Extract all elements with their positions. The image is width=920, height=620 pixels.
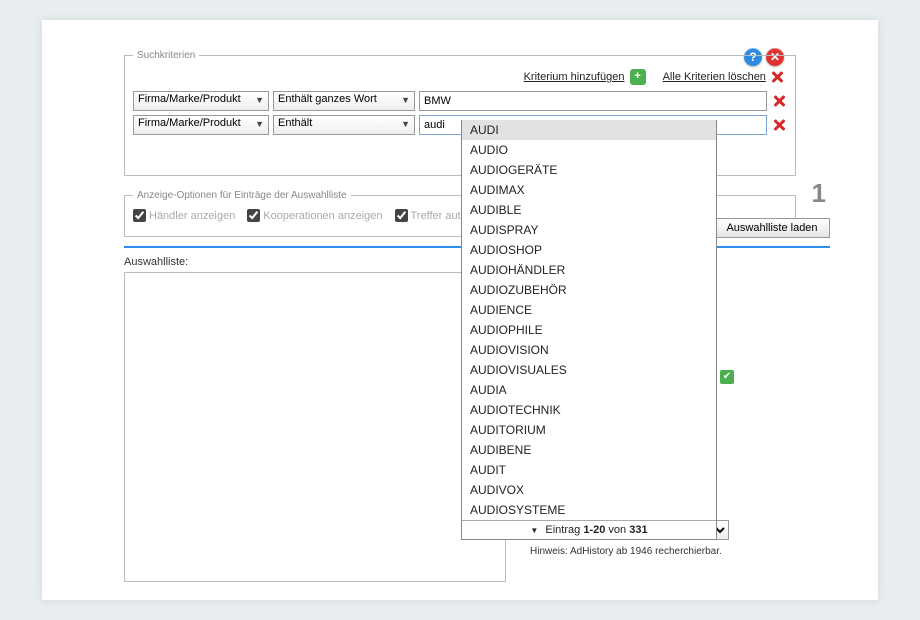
field-select[interactable]: Firma/Marke/Produkt bbox=[133, 115, 269, 135]
criteria-legend: Suchkriterien bbox=[133, 50, 199, 61]
show-coops-label: Kooperationen anzeigen bbox=[263, 210, 382, 222]
selection-list-label: Auswahlliste: bbox=[124, 256, 188, 268]
autocomplete-item[interactable]: AUDIA bbox=[462, 380, 716, 400]
load-list-button[interactable]: Auswahlliste laden bbox=[714, 218, 830, 238]
relative-period-hint: Hinweis: AdHistory ab 1946 recherchierba… bbox=[530, 546, 760, 557]
show-coops-checkbox[interactable]: Kooperationen anzeigen bbox=[247, 209, 382, 222]
result-count: 1 bbox=[812, 178, 826, 209]
show-dealers-checkbox[interactable]: Händler anzeigen bbox=[133, 209, 235, 222]
autocomplete-item[interactable]: AUDIOSYSTEME bbox=[462, 500, 716, 520]
autocomplete-dropdown: AUDIAUDIOAUDIOGERÄTEAUDIMAXAUDIBLEAUDISP… bbox=[461, 120, 717, 540]
operator-select[interactable]: Enthält bbox=[273, 115, 415, 135]
autocomplete-item[interactable]: AUDIVOX bbox=[462, 480, 716, 500]
autocomplete-item[interactable]: AUDIOSHOP bbox=[462, 240, 716, 260]
autocomplete-item[interactable]: AUDIO bbox=[462, 140, 716, 160]
selection-list-box[interactable] bbox=[124, 272, 506, 582]
autocomplete-item[interactable]: AUDIOHÄNDLER bbox=[462, 260, 716, 280]
autocomplete-item[interactable]: AUDIBLE bbox=[462, 200, 716, 220]
value-input[interactable] bbox=[419, 91, 767, 111]
autocomplete-item[interactable]: AUDIOGERÄTE bbox=[462, 160, 716, 180]
display-options-legend: Anzeige-Optionen für Einträge der Auswah… bbox=[133, 190, 351, 201]
autocomplete-item[interactable]: AUDIT bbox=[462, 460, 716, 480]
autocomplete-item[interactable]: AUDIOTECHNIK bbox=[462, 400, 716, 420]
autocomplete-item[interactable]: AUDIBENE bbox=[462, 440, 716, 460]
field-select[interactable]: Firma/Marke/Produkt bbox=[133, 91, 269, 111]
clear-all-link[interactable]: Alle Kriterien löschen bbox=[663, 71, 766, 83]
remove-criterion-icon[interactable] bbox=[771, 93, 787, 109]
autocomplete-item[interactable]: AUDI bbox=[462, 120, 716, 140]
autocomplete-footer[interactable]: ▼ Eintrag 1-20 von 331 bbox=[462, 520, 716, 539]
autocomplete-item[interactable]: AUDIOZUBEHÖR bbox=[462, 280, 716, 300]
show-dealers-label: Händler anzeigen bbox=[149, 210, 235, 222]
criterion-row: Firma/Marke/Produkt Enthält ganzes Wort bbox=[133, 91, 787, 111]
clear-all-icon[interactable] bbox=[769, 69, 785, 85]
autocomplete-item[interactable]: AUDIENCE bbox=[462, 300, 716, 320]
autocomplete-item[interactable]: AUDIOPHILE bbox=[462, 320, 716, 340]
confirm-icon[interactable]: ✔ bbox=[720, 370, 734, 384]
chevron-down-icon: ▼ bbox=[530, 526, 538, 535]
autocomplete-item[interactable]: AUDIOVISION bbox=[462, 340, 716, 360]
plus-icon[interactable]: + bbox=[630, 69, 646, 85]
remove-criterion-icon[interactable] bbox=[771, 117, 787, 133]
autocomplete-item[interactable]: AUDIMAX bbox=[462, 180, 716, 200]
operator-select[interactable]: Enthält ganzes Wort bbox=[273, 91, 415, 111]
autocomplete-item[interactable]: AUDIOVISUALES bbox=[462, 360, 716, 380]
autocomplete-item[interactable]: AUDISPRAY bbox=[462, 220, 716, 240]
autocomplete-item[interactable]: AUDITORIUM bbox=[462, 420, 716, 440]
add-criterion-link[interactable]: Kriterium hinzufügen bbox=[524, 71, 625, 83]
